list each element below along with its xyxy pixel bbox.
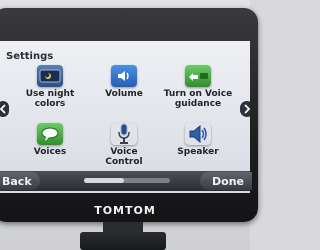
page-indicator-active	[84, 178, 124, 183]
device-mount	[80, 232, 166, 250]
speaker-label: Speaker	[177, 147, 219, 157]
volume-label: Volume	[105, 89, 143, 99]
volume-icon	[111, 65, 137, 87]
voices-icon	[37, 123, 63, 145]
microphone-icon	[111, 123, 137, 145]
next-page-button[interactable]	[240, 101, 250, 117]
chevron-right-icon	[244, 104, 250, 114]
page-indicator	[84, 178, 170, 183]
volume-button[interactable]: Volume	[86, 65, 162, 121]
back-button[interactable]: Back	[0, 172, 40, 190]
brand-logo: TOMTOM	[94, 204, 156, 217]
chevron-left-icon	[0, 104, 6, 114]
use-night-colors-label: Use night colors	[25, 89, 75, 109]
speaker-icon	[185, 123, 211, 145]
voice-control-label: Voice Control	[105, 147, 143, 167]
photo-scene: Settings Use night colors Volume Turn on…	[0, 0, 258, 250]
previous-page-button[interactable]	[0, 101, 9, 117]
voice-guidance-icon	[185, 65, 211, 87]
use-night-colors-button[interactable]: Use night colors	[12, 65, 88, 121]
voices-label: Voices	[33, 147, 67, 157]
page-title: Settings	[6, 51, 54, 62]
night-colors-icon	[37, 65, 63, 87]
settings-grid: Use night colors Volume Turn on Voice gu…	[12, 65, 238, 185]
done-button[interactable]: Done	[200, 172, 252, 190]
voice-guidance-label: Turn on Voice guidance	[163, 89, 233, 109]
turn-on-voice-guidance-button[interactable]: Turn on Voice guidance	[160, 65, 236, 121]
